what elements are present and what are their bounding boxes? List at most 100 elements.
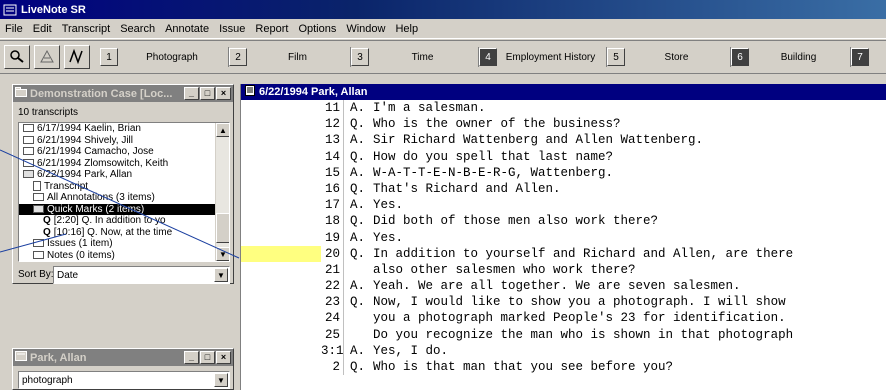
- quickmark-number: 2: [229, 48, 247, 66]
- menu-help[interactable]: Help: [390, 23, 423, 35]
- restore-button[interactable]: □: [200, 351, 215, 364]
- menu-issue[interactable]: Issue: [214, 23, 250, 35]
- transcript-line[interactable]: 12 Q. Who is the owner of the business?: [241, 116, 886, 133]
- transcript-line[interactable]: 16 Q. That's Richard and Allen.: [241, 180, 886, 198]
- line-text: Sir Richard Wattenberg and Allen Wattenb…: [373, 133, 704, 148]
- menu-annotate[interactable]: Annotate: [160, 23, 214, 35]
- minimize-button[interactable]: _: [184, 87, 199, 100]
- quickmark-filter-select[interactable]: photograph ▼: [18, 371, 230, 389]
- speaker-tag: Q.: [350, 117, 366, 132]
- tree-item-label: 6/21/1994 Camacho, Jose: [37, 146, 154, 157]
- menu-transcript[interactable]: Transcript: [57, 23, 116, 35]
- tree-item-label: [2:20] Q. In addition to yo: [53, 215, 166, 226]
- menu-edit[interactable]: Edit: [28, 23, 57, 35]
- tree-item[interactable]: 6/21/1994 Camacho, Jose: [19, 146, 229, 158]
- menu-report[interactable]: Report: [250, 23, 293, 35]
- menu-search[interactable]: Search: [115, 23, 160, 35]
- transcript-line[interactable]: 24 you a photograph marked People's 23 fo…: [241, 310, 886, 327]
- quickmark-number: 1: [100, 48, 118, 66]
- transcript-count: 10 transcripts: [18, 107, 79, 118]
- transcript-line[interactable]: 14 Q. How do you spell that last name?: [241, 148, 886, 165]
- speaker-tag: A.: [350, 165, 366, 180]
- menu-window[interactable]: Window: [341, 23, 390, 35]
- tree-item[interactable]: Notes (0 items): [19, 250, 229, 262]
- line-number: 2: [321, 359, 344, 376]
- scroll-thumb[interactable]: [216, 213, 229, 243]
- close-button[interactable]: ×: [216, 351, 231, 364]
- transcript-line[interactable]: 13 A. Sir Richard Wattenberg and Allen Wat…: [241, 132, 886, 149]
- open-folder-icon: [33, 204, 44, 213]
- folder-icon: [15, 87, 27, 100]
- transcript-body[interactable]: 11 A. I'm a salesman. 12 Q. Who is the owner …: [241, 100, 886, 376]
- quickmark-2[interactable]: 2 Film: [228, 47, 348, 67]
- gutter: [241, 148, 321, 165]
- minimize-button[interactable]: _: [184, 351, 199, 364]
- menu-options[interactable]: Options: [293, 23, 341, 35]
- transcript-line[interactable]: 21 also other salesmen who work there?: [241, 261, 886, 279]
- transcript-line[interactable]: 11 A. I'm a salesman.: [241, 100, 886, 117]
- line-number: 21: [321, 261, 344, 279]
- quickmark-1[interactable]: 1 Photograph: [100, 47, 226, 67]
- chevron-down-icon[interactable]: ▼: [214, 373, 228, 387]
- quickmark-7[interactable]: 7: [850, 47, 886, 67]
- tree-item[interactable]: 6/21/1994 Zlomsowitch, Keith: [19, 158, 229, 170]
- line-text: W-A-T-T-E-N-B-E-R-G, Wattenberg.: [373, 165, 614, 180]
- line-text: Yes.: [373, 198, 404, 213]
- line-number: 22: [321, 278, 344, 295]
- quickmark-highlight: [241, 245, 321, 262]
- tree-item[interactable]: 6/21/1994 Shively, Jill: [19, 135, 229, 147]
- sort-select[interactable]: Date ▼: [53, 266, 230, 284]
- transcript-line[interactable]: 22 A. Yeah. We are all together. We are se…: [241, 278, 886, 295]
- tree-item[interactable]: Q [10:16] Q. Now, at the time: [19, 227, 229, 239]
- line-number: 13: [321, 132, 344, 149]
- transcript-line[interactable]: 17 A. Yes.: [241, 197, 886, 214]
- tree-item[interactable]: Attachments (0 items): [19, 261, 229, 262]
- quickmark-q-icon: Q: [43, 215, 51, 226]
- quickmark-label: Store: [664, 51, 689, 63]
- quickmark-4[interactable]: 4 Employment History: [478, 47, 604, 67]
- transcript-line[interactable]: 23 Q. Now, I would like to show you a phot…: [241, 294, 886, 311]
- folder-icon: [33, 250, 44, 259]
- tree-item[interactable]: Transcript: [19, 181, 229, 193]
- case-tree[interactable]: 6/17/1994 Kaelin, Brian 6/21/1994 Shively…: [18, 122, 230, 262]
- annotate-tool-button[interactable]: [34, 45, 60, 69]
- toolbar: 1 Photograph 2 Film 3 Time 4 Employment History…: [0, 40, 886, 74]
- tree-item[interactable]: Quick Marks (2 items): [19, 203, 229, 215]
- transcript-line[interactable]: 20 Q. In addition to yourself and Richard …: [241, 245, 886, 262]
- scroll-up-icon[interactable]: ▲: [216, 123, 229, 137]
- tree-scrollbar[interactable]: ▲ ▼: [215, 123, 229, 261]
- quickmark-6[interactable]: 6 Building: [730, 47, 848, 67]
- tree-item[interactable]: Q [2:20] Q. In addition to yo: [19, 215, 229, 227]
- filter-value: photograph: [22, 374, 73, 386]
- quickmark-tool-button[interactable]: [64, 45, 90, 69]
- tree-item[interactable]: 6/17/1994 Kaelin, Brian: [19, 123, 229, 135]
- gutter: [241, 359, 321, 376]
- search-tool-button[interactable]: [4, 45, 30, 69]
- restore-button[interactable]: □: [200, 87, 215, 100]
- folder-icon: [33, 193, 44, 202]
- tree-item[interactable]: All Annotations (3 items): [19, 192, 229, 204]
- transcript-line[interactable]: 18 Q. Did both of those men also work ther…: [241, 213, 886, 230]
- menu-file[interactable]: File: [0, 23, 28, 35]
- close-button[interactable]: ×: [216, 87, 231, 100]
- transcript-line[interactable]: 2 Q. Who is that man that you see before y…: [241, 359, 886, 376]
- transcript-title: 6/22/1994 Park, Allan: [259, 86, 368, 98]
- highlight-icon: [38, 48, 56, 67]
- transcript-line[interactable]: 15 A. W-A-T-T-E-N-B-E-R-G, Wattenberg.: [241, 164, 886, 181]
- chevron-down-icon[interactable]: ▼: [214, 268, 228, 282]
- scroll-down-icon[interactable]: ▼: [216, 247, 229, 261]
- tree-item[interactable]: 6/22/1994 Park, Allan: [19, 169, 229, 181]
- tree-item[interactable]: Issues (1 item): [19, 238, 229, 250]
- gutter: [241, 229, 321, 246]
- transcript-line[interactable]: 3:1 A. Yes, I do.: [241, 342, 886, 359]
- transcript-line[interactable]: 19 A. Yes.: [241, 229, 886, 246]
- quickmark-3[interactable]: 3 Time: [350, 47, 476, 67]
- quickmark-label: Photograph: [146, 51, 198, 63]
- speaker-tag: Q.: [350, 295, 366, 310]
- gutter: [241, 294, 321, 311]
- quickmark-number: 5: [607, 48, 625, 66]
- quickmark-5[interactable]: 5 Store: [606, 47, 728, 67]
- transcript-line[interactable]: 25 Do you recognize the man who is shown …: [241, 326, 886, 343]
- quickmark-label: Employment History: [505, 51, 596, 63]
- line-text: I'm a salesman.: [373, 101, 486, 115]
